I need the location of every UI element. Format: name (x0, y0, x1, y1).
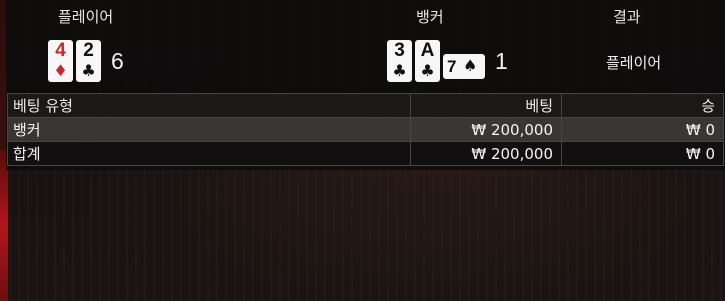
table-row: 뱅커 ₩ 200,000 ₩ 0 (7, 117, 724, 142)
player-score: 6 (111, 47, 124, 74)
card-rank: 7 (447, 56, 457, 76)
bet-amount-cell: ₩ 200,000 (410, 117, 562, 142)
banker-card-2: A ♣ (415, 40, 440, 82)
bets-table: 베팅 유형 베팅 승 뱅커 ₩ 200,000 ₩ 0 합계 ₩ 200,000… (7, 93, 724, 166)
win-amount-cell: ₩ 0 (561, 117, 724, 142)
club-icon: ♣ (420, 61, 435, 80)
result-header: 결과 (613, 8, 641, 26)
total-label-cell: 합계 (7, 141, 411, 166)
player-hand: 4 ♦ 2 ♣ 6 (48, 40, 124, 82)
table-row: 합계 ₩ 200,000 ₩ 0 (7, 141, 724, 166)
diamond-icon: ♦ (53, 61, 68, 80)
banker-score: 1 (495, 47, 508, 74)
bet-type-cell: 뱅커 (7, 117, 411, 142)
column-header-bet-type: 베팅 유형 (7, 93, 411, 118)
card-rank: 2 (83, 40, 94, 61)
background-edge-red (0, 150, 8, 301)
card-rank: A (420, 40, 435, 61)
total-win-cell: ₩ 0 (561, 141, 724, 166)
column-header-bet: 베팅 (410, 93, 562, 118)
club-icon: ♣ (81, 61, 96, 80)
player-card-1: 4 ♦ (48, 40, 73, 82)
card-rank: 4 (55, 40, 66, 61)
result-value: 플레이어 (606, 54, 662, 72)
banker-card-1: 3 ♣ (387, 40, 412, 82)
banker-hand: 3 ♣ A ♣ 7 ♠ 1 (387, 40, 508, 82)
card-rank: 3 (394, 40, 405, 61)
banker-card-3-sideways: 7 ♠ (443, 53, 485, 79)
table-header-row: 베팅 유형 베팅 승 (7, 93, 724, 118)
player-card-2: 2 ♣ (76, 40, 101, 82)
player-header: 플레이어 (58, 8, 114, 26)
column-header-win: 승 (561, 93, 724, 118)
banker-header: 뱅커 (416, 8, 444, 26)
spade-icon: ♠ (463, 55, 478, 75)
total-bet-cell: ₩ 200,000 (410, 141, 562, 166)
club-icon: ♣ (392, 61, 407, 80)
